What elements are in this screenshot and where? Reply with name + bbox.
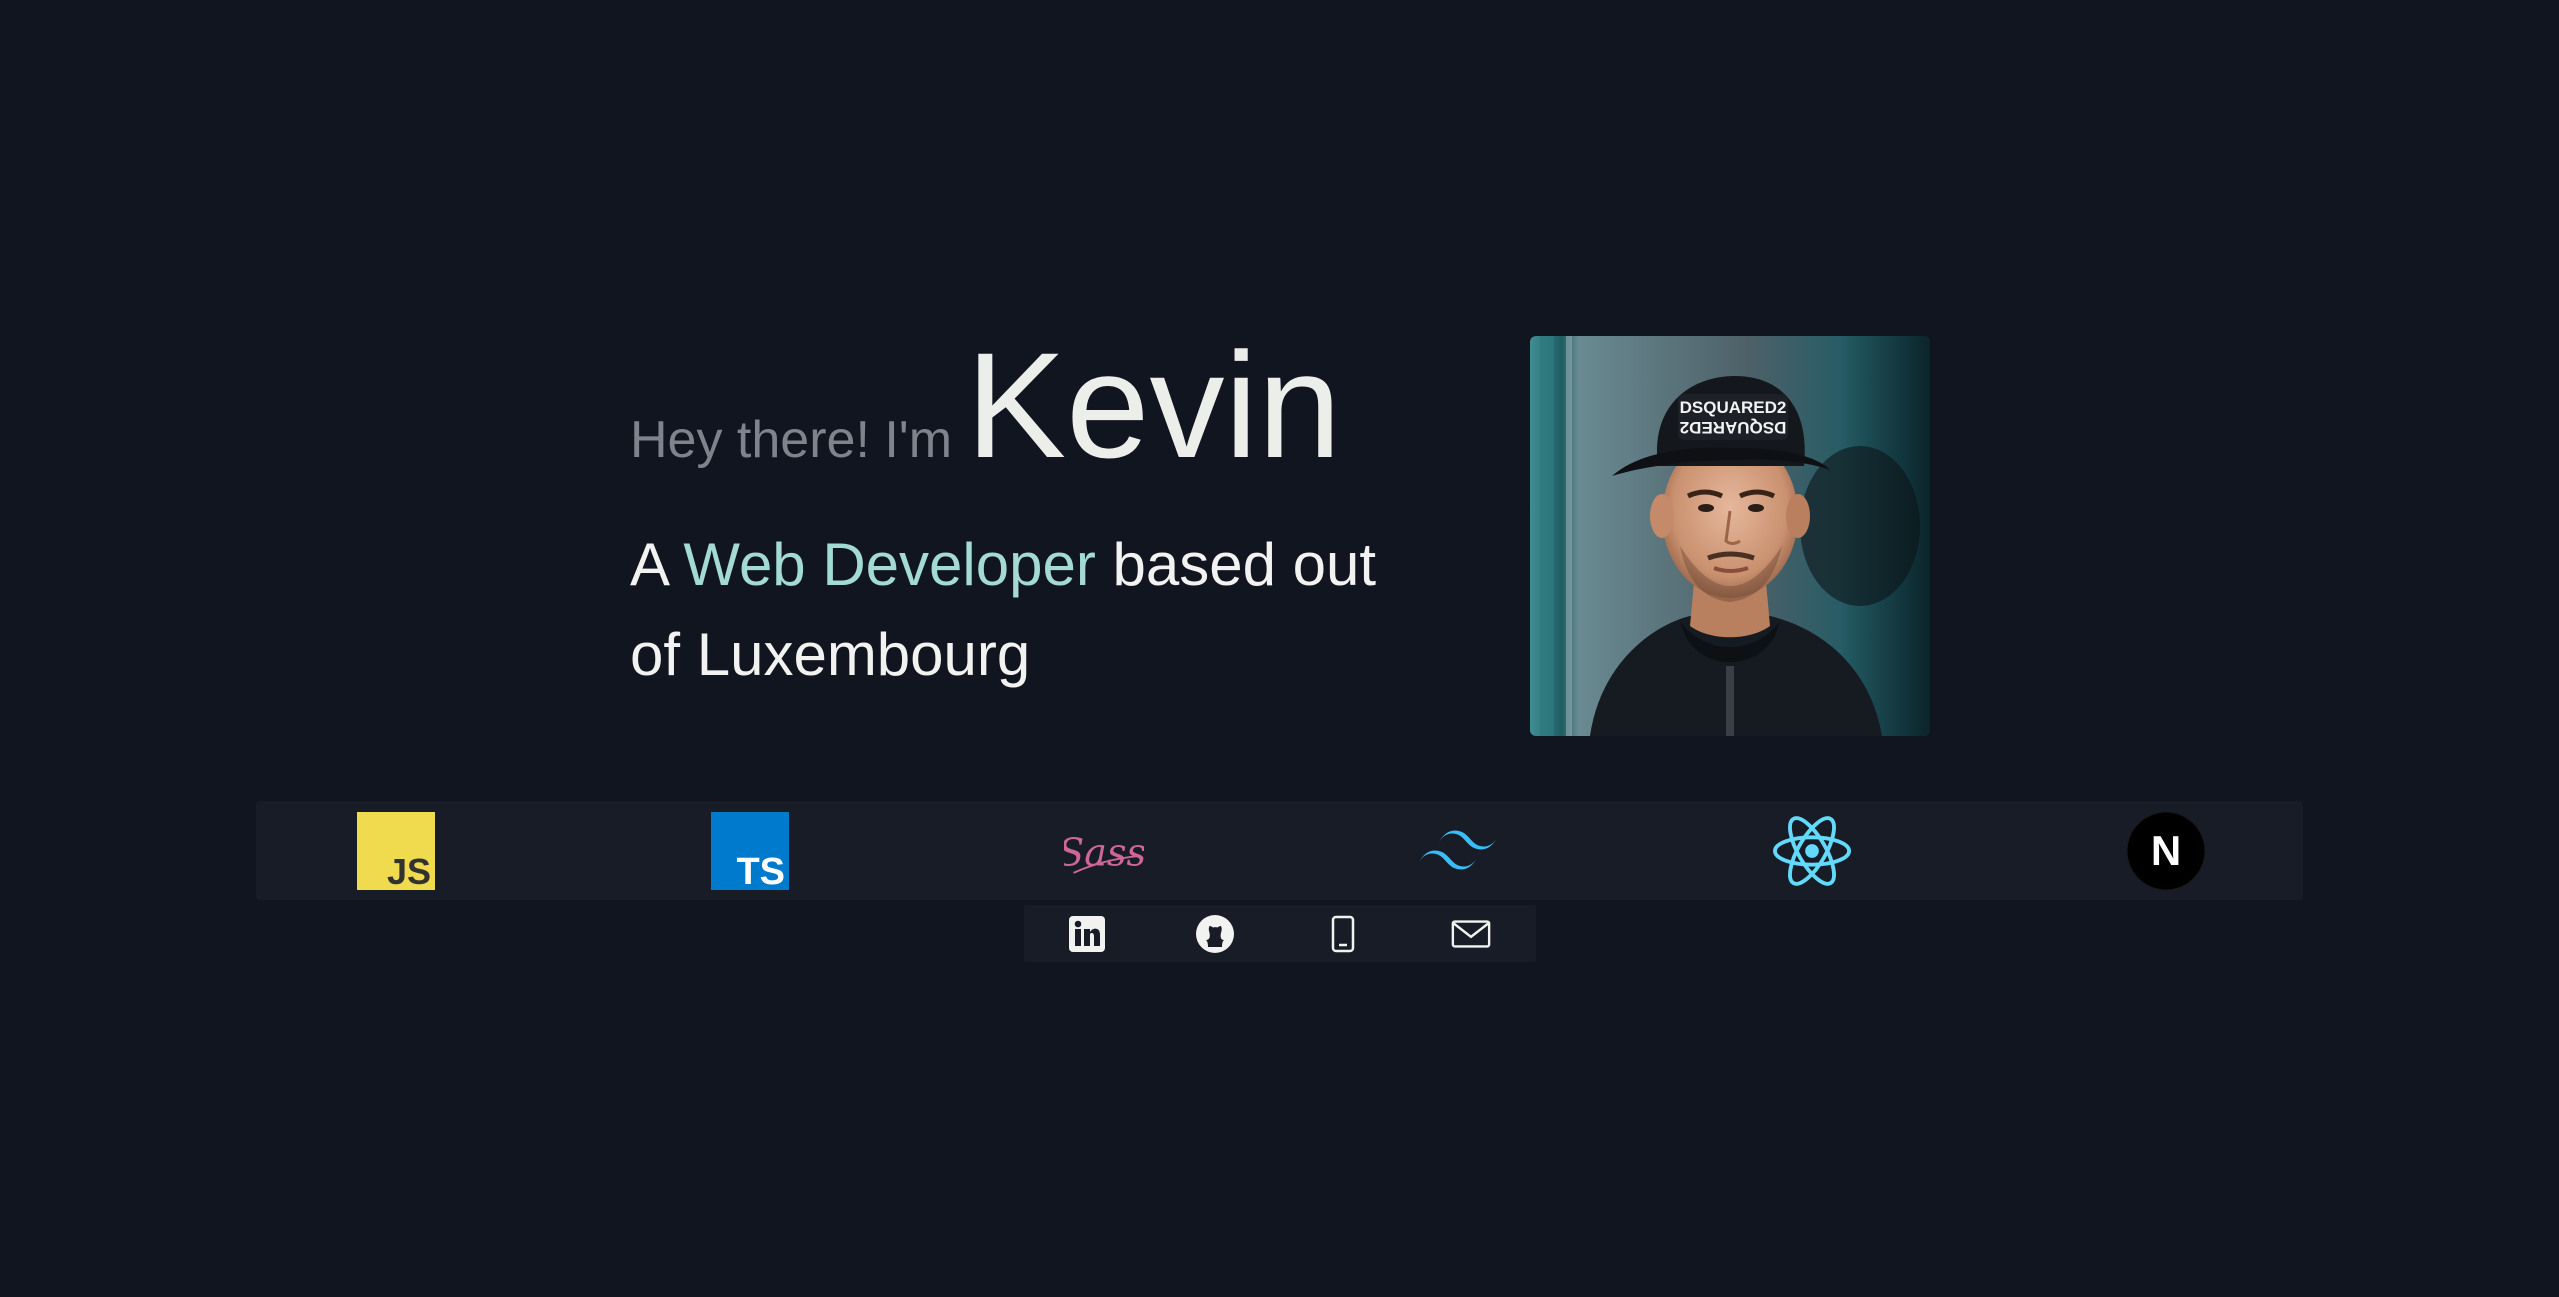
javascript-icon-label: JS	[387, 851, 431, 890]
portrait-image: DSQUARED2 DSQUARED2	[1530, 336, 1930, 736]
tech-stack-bar: JS TS Sass N	[256, 801, 2303, 900]
linkedin-icon[interactable]	[1068, 915, 1106, 953]
tech-item-typescript: TS	[710, 811, 790, 891]
email-link[interactable]	[1450, 913, 1492, 955]
tech-item-tailwind	[1418, 811, 1498, 891]
tech-item-sass: Sass	[1064, 811, 1144, 891]
nextjs-icon: N	[2126, 811, 2206, 891]
page: Hey there! I'm Kevin A Web Developer bas…	[0, 0, 2559, 1297]
intro-line: Hey there! I'm Kevin	[630, 330, 1341, 480]
sass-icon: Sass	[1064, 830, 1144, 874]
mail-icon[interactable]	[1450, 917, 1492, 951]
phone-icon[interactable]	[1328, 914, 1358, 954]
hero-name: Kevin	[966, 321, 1342, 489]
react-icon	[1772, 816, 1852, 886]
tech-item-javascript: JS	[356, 811, 436, 891]
tagline-highlight: Web Developer	[683, 531, 1096, 598]
nextjs-icon-label: N	[2151, 827, 2181, 874]
phone-link[interactable]	[1322, 913, 1364, 955]
social-links-bar	[1024, 905, 1536, 962]
typescript-icon: TS	[711, 812, 789, 890]
sass-icon-label: Sass	[1064, 830, 1144, 874]
cap-text-top: DSQUARED2	[1680, 398, 1787, 417]
profile-photo: DSQUARED2 DSQUARED2	[1530, 336, 1930, 736]
cap-text-bottom: DSQUARED2	[1680, 418, 1787, 437]
tech-item-react	[1772, 811, 1852, 891]
github-icon[interactable]	[1195, 914, 1235, 954]
github-link[interactable]	[1194, 913, 1236, 955]
greeting-text: Hey there! I'm	[630, 411, 953, 469]
tagline: A Web Developer based out of Luxembourg	[630, 520, 1410, 700]
linkedin-link[interactable]	[1066, 913, 1108, 955]
tailwind-icon	[1418, 830, 1498, 870]
javascript-icon: JS	[357, 812, 435, 890]
tagline-prefix: A	[630, 531, 684, 598]
typescript-icon-label: TS	[736, 851, 785, 890]
tech-item-nextjs: N	[2126, 811, 2206, 891]
